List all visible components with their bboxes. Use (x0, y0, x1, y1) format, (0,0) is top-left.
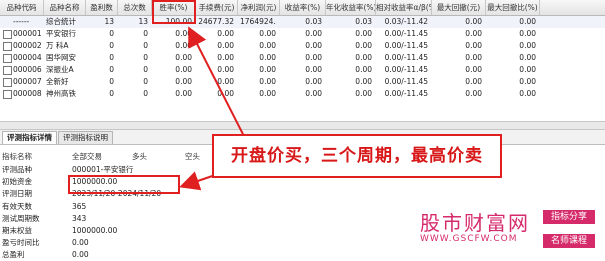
watermark-badge-course: 名师课程 (543, 234, 595, 248)
watermark-badge-share: 指标分享 (543, 210, 595, 224)
watermark-title: 股市财富网 (420, 211, 530, 235)
watermark: 股市财富网 WWW.GSCFW.COM 指标分享 名师课程 (398, 203, 605, 260)
watermark-url: WWW.GSCFW.COM (420, 234, 518, 244)
annotation-callout: 开盘价买，三个周期，最高价卖 (212, 134, 502, 178)
arrow-to-winrate (188, 26, 251, 149)
